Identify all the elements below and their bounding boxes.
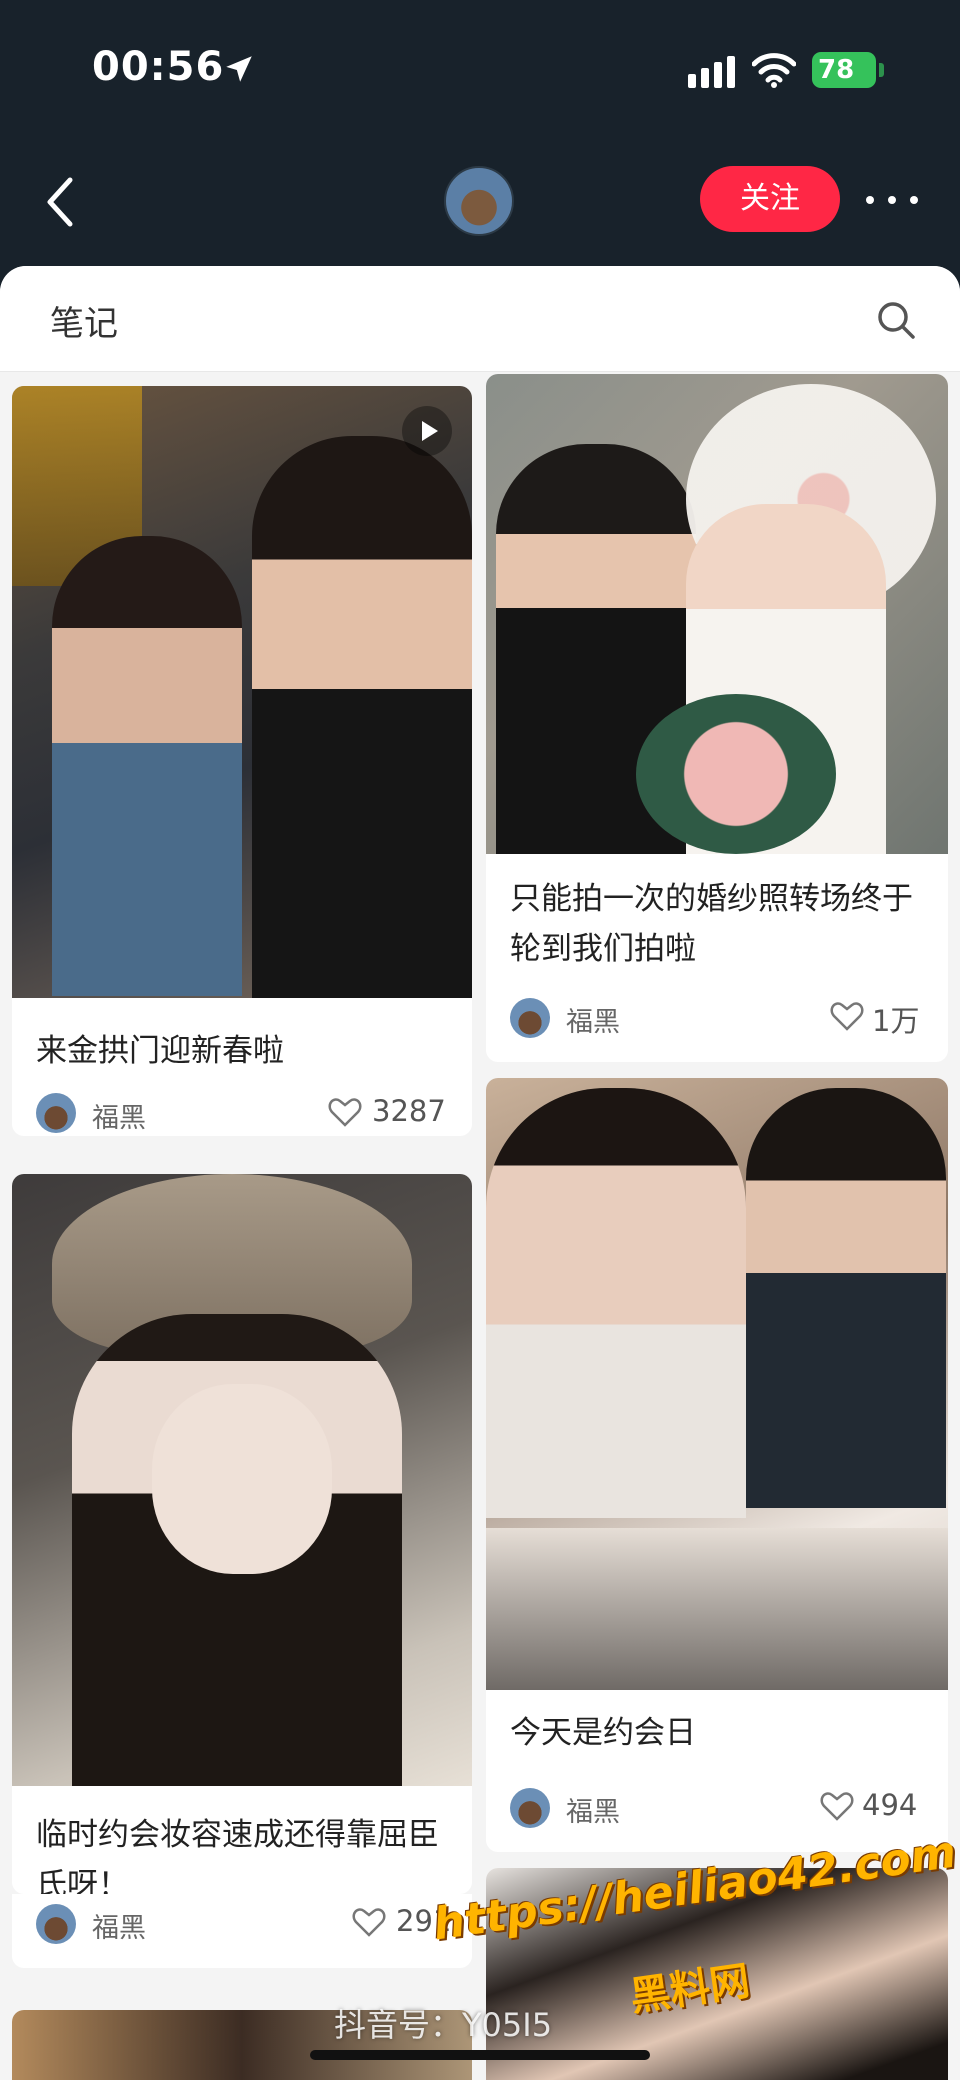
battery-level: 78	[818, 55, 855, 85]
note-cover-image	[486, 1078, 948, 1690]
status-bar: 00:56 78	[0, 0, 960, 140]
author-name[interactable]: 福黑	[566, 1000, 620, 1039]
note-card-footer[interactable]: 福黑 291	[12, 1894, 472, 1968]
play-icon[interactable]	[402, 406, 452, 456]
more-icon[interactable]	[864, 186, 920, 214]
tab-notes[interactable]: 笔记	[50, 296, 118, 345]
author-name[interactable]: 福黑	[92, 1096, 146, 1135]
heart-icon[interactable]	[820, 1790, 854, 1822]
like-count: 1万	[872, 1004, 920, 1038]
note-title: 来金拱门迎新春啦	[36, 1033, 284, 1069]
note-cover-image	[486, 374, 948, 854]
note-title: 只能拍一次的婚纱照转场终于轮到我们拍啦	[510, 881, 913, 967]
like-count: 494	[862, 1788, 918, 1822]
author-avatar[interactable]	[510, 998, 550, 1038]
battery-icon: 78	[812, 52, 884, 88]
location-arrow-icon	[226, 56, 252, 82]
author-avatar[interactable]	[510, 1788, 550, 1828]
note-title: 今天是约会日	[510, 1715, 696, 1751]
heart-icon[interactable]	[830, 1000, 864, 1032]
wifi-icon	[752, 53, 796, 88]
note-cover-image	[12, 386, 472, 998]
douyin-watermark: 抖音号：Y05I5	[334, 2006, 553, 2044]
author-name[interactable]: 福黑	[92, 1906, 146, 1945]
author-avatar[interactable]	[36, 1904, 76, 1944]
heart-icon[interactable]	[352, 1906, 386, 1938]
profile-avatar[interactable]	[444, 166, 514, 236]
tab-bar: 笔记	[0, 266, 960, 372]
author-avatar[interactable]	[36, 1093, 76, 1133]
note-card[interactable]: 临时约会妆容速成还得靠屈臣氏呀！	[12, 1174, 472, 1894]
note-card[interactable]: 来金拱门迎新春啦 福黑 3287	[12, 386, 472, 1136]
search-icon[interactable]	[876, 300, 916, 340]
like-count: 3287	[372, 1094, 446, 1128]
status-time: 00:56	[92, 44, 225, 90]
signal-icon	[688, 56, 735, 88]
heart-icon[interactable]	[328, 1096, 362, 1128]
notes-panel: 笔记 来金拱门迎新春啦 福黑 3287 只能拍一次的婚纱照转场终于轮到我们拍啦	[0, 266, 960, 2080]
note-card[interactable]: 只能拍一次的婚纱照转场终于轮到我们拍啦 福黑 1万	[486, 374, 948, 1062]
author-name[interactable]: 福黑	[566, 1790, 620, 1829]
follow-button[interactable]: 关注	[700, 166, 840, 232]
note-title: 临时约会妆容速成还得靠屈臣氏呀！	[36, 1817, 439, 1894]
back-icon[interactable]	[38, 172, 84, 232]
note-card[interactable]: 今天是约会日 福黑 494	[486, 1078, 948, 1852]
home-indicator[interactable]	[310, 2050, 650, 2060]
note-cover-image	[12, 1174, 472, 1786]
